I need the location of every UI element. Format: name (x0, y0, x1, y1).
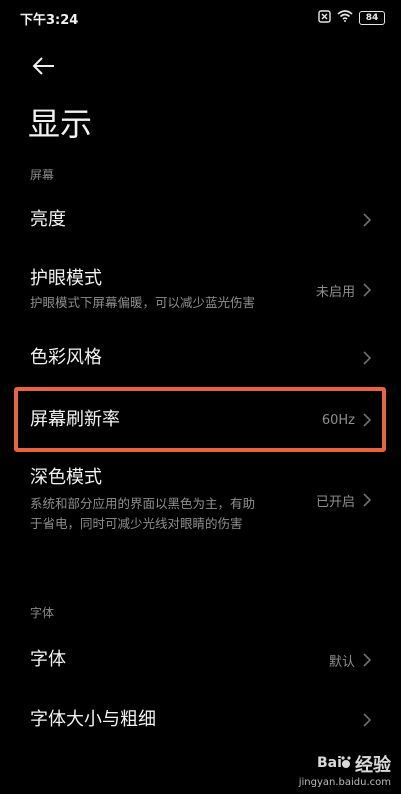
baidu-paw-icon: Bai (317, 752, 351, 777)
chevron-right-icon (363, 282, 373, 298)
highlight-box (14, 387, 386, 452)
status-icons: 84 (318, 9, 385, 27)
setting-font-size-weight[interactable]: 字体大小与粗细 (0, 696, 401, 744)
notification-muted-icon (318, 9, 331, 27)
setting-eye-care[interactable]: 护眼模式 护眼模式下屏幕偏暖，可以减少蓝光伤害 未启用 (0, 262, 401, 318)
chevron-right-icon (363, 212, 373, 228)
setting-dark-mode[interactable]: 深色模式 系统和部分应用的界面以黑色为主，有助 于省电，同时可减少光线对眼睛的伤… (0, 466, 401, 534)
setting-description: 系统和部分应用的界面以黑色为主，有助 于省电，同时可减少光线对眼睛的伤害 (30, 494, 316, 534)
chevron-right-icon (363, 350, 373, 366)
setting-description: 护眼模式下屏幕偏暖，可以减少蓝光伤害 (30, 295, 256, 310)
status-time: 下午3:24 (20, 12, 79, 28)
setting-description-line: 系统和部分应用的界面以黑色为主，有助 (30, 496, 256, 511)
setting-title: 字体 (30, 649, 66, 670)
watermark-url: jingyan.baidu.com (298, 777, 391, 788)
watermark-brand: 经验 (355, 755, 391, 776)
arrow-left-icon (32, 57, 54, 75)
setting-title: 护眼模式 (30, 268, 102, 289)
setting-value: 未启用 (315, 284, 355, 300)
setting-value: 已开启 (315, 494, 355, 510)
back-button[interactable] (28, 50, 60, 82)
setting-value: 默认 (328, 654, 355, 670)
chevron-right-icon (363, 712, 373, 728)
chevron-right-icon (363, 652, 373, 668)
status-bar: 下午3:24 84 (0, 0, 401, 36)
page-title: 显示 (28, 105, 93, 143)
setting-title: 亮度 (30, 209, 66, 230)
setting-title: 深色模式 (30, 467, 102, 488)
setting-description-line: 于省电，同时可减少光线对眼睛的伤害 (30, 516, 243, 531)
setting-brightness[interactable]: 亮度 (0, 196, 401, 244)
setting-color-style[interactable]: 色彩风格 (0, 334, 401, 382)
chevron-right-icon (363, 492, 373, 508)
section-label-screen: 屏幕 (30, 168, 55, 182)
watermark: Bai 经验 jingyan.baidu.com (298, 751, 391, 789)
svg-text:Bai: Bai (317, 755, 342, 771)
section-label-font: 字体 (30, 606, 55, 620)
battery-icon: 84 (359, 11, 385, 25)
setting-title: 字体大小与粗细 (30, 709, 156, 730)
wifi-icon (337, 10, 353, 26)
setting-font[interactable]: 字体 默认 (0, 636, 401, 684)
setting-title: 色彩风格 (30, 347, 102, 368)
